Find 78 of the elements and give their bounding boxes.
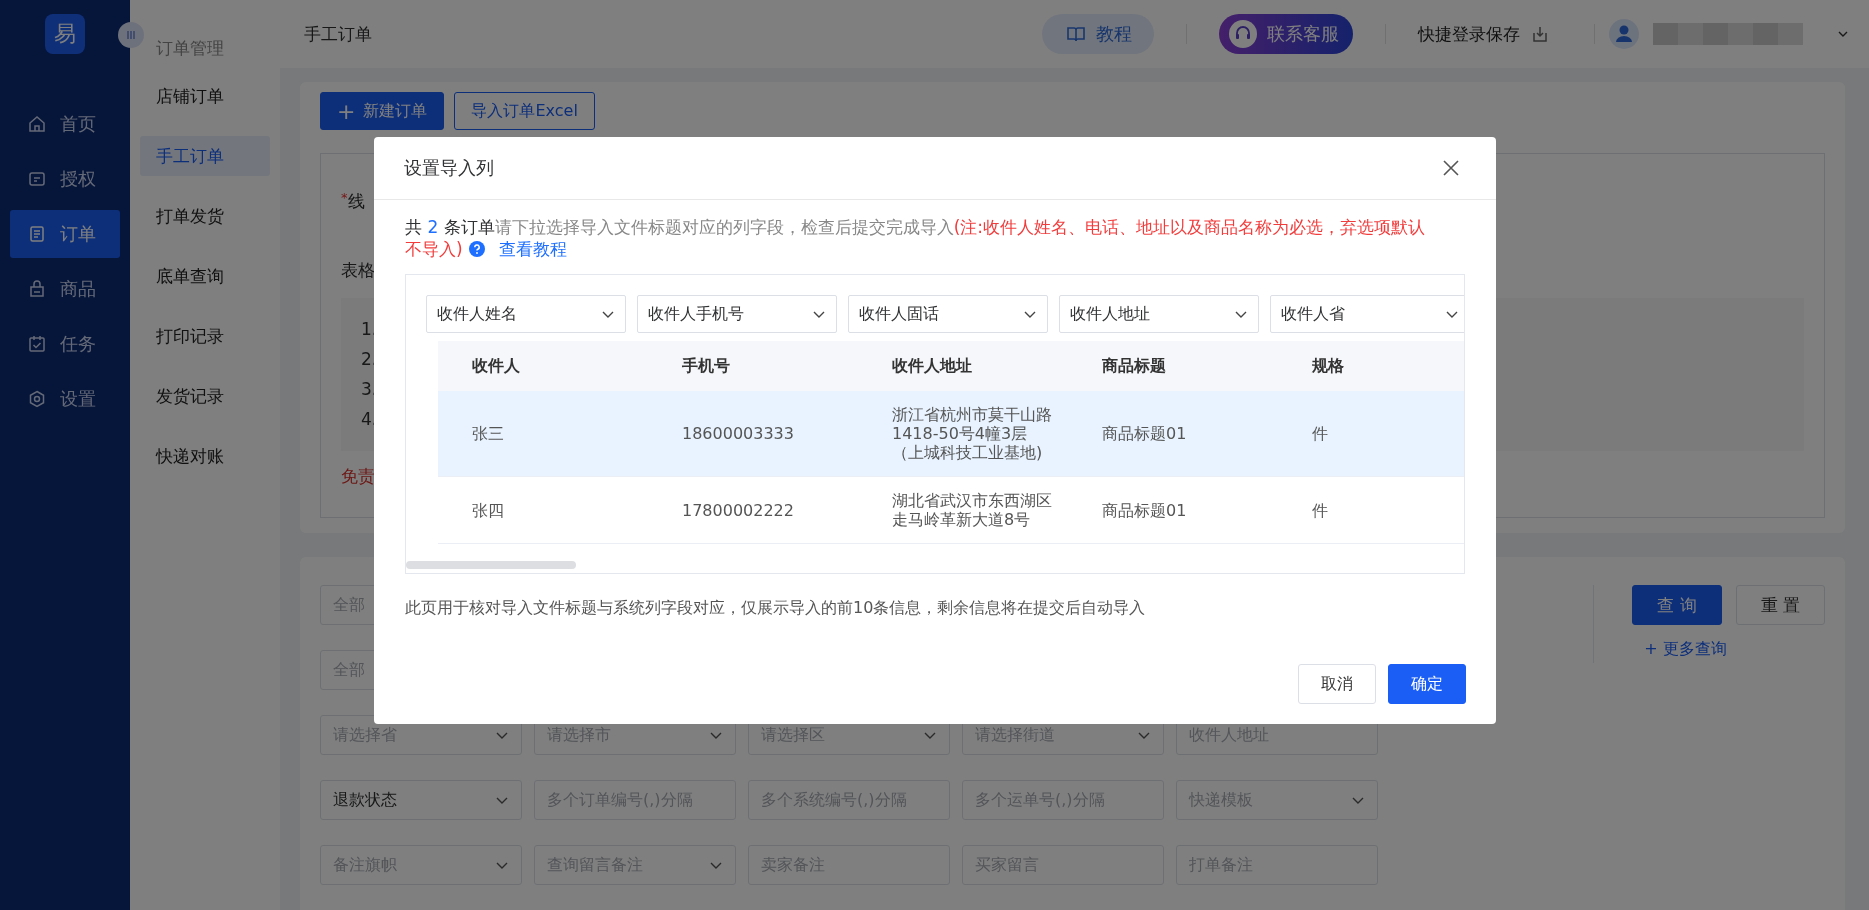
table-cell-text: 商品标题01 (1101, 500, 1188, 520)
app-logo: 易 (45, 14, 85, 54)
query-button[interactable]: 查 询 (1632, 585, 1722, 625)
tag-icon (28, 170, 46, 188)
confirm-button[interactable]: 确定 (1388, 664, 1466, 704)
column-select[interactable]: 收件人固话 (848, 295, 1048, 333)
dialog-title: 设置导入列 (404, 156, 494, 180)
subnav-item[interactable]: 快递对账 (140, 436, 270, 476)
order-count: 共 2 条订单 (405, 217, 495, 237)
sidebar-item[interactable]: 设置 (10, 375, 120, 423)
step-number: 4. (361, 410, 378, 429)
preview-note: 此页用于核对导入文件标题与系统列字段对应，仅展示导入的前10条信息，剩余信息将在提交后自动导入 (405, 598, 1147, 619)
toolbar-button[interactable]: 导入订单Excel (454, 92, 595, 130)
document-icon (28, 225, 46, 243)
hexagon-settings-icon (28, 390, 46, 408)
subnav-item[interactable]: 店铺订单 (140, 76, 270, 116)
quick-save-button[interactable]: 快捷登录保存 (1412, 21, 1556, 47)
sidebar-item[interactable]: 商品 (10, 265, 120, 313)
tutorial-button[interactable]: 教程 (1042, 14, 1154, 54)
table-cell-text: 18600003333 (681, 424, 795, 443)
subnav-item[interactable]: 底单查询 (140, 256, 270, 296)
table-cell-text: 张四 (471, 500, 505, 520)
subnav-item[interactable]: 手工订单 (140, 136, 270, 176)
step-number: 3. (361, 380, 378, 399)
required-mark: * (341, 190, 348, 207)
import-hint: 请下拉选择导入文件标题对应的列字段，检查后提交完成导入 (494, 217, 954, 237)
step-number: 2. (361, 350, 378, 369)
disclaimer-text: 免责 (341, 465, 375, 488)
page-title: 手工订单 (304, 22, 372, 46)
table-cell-text: 件 (1311, 500, 1329, 520)
column-select[interactable]: 收件人手机号 (637, 295, 837, 333)
table-cell-text: 17800002222 (681, 500, 795, 520)
headset-icon (1229, 20, 1257, 48)
subnav-item[interactable]: 打印记录 (140, 316, 270, 356)
sidebar-item[interactable]: 订单 (10, 210, 120, 258)
column-select[interactable]: 收件人省 (1270, 295, 1464, 333)
column-header: 收件人 (471, 355, 521, 377)
avatar-icon[interactable] (1609, 19, 1639, 49)
table-cell-text: 浙江省杭州市莫干山路1418-50号4幢3层（上城科技工业基地) (891, 405, 1053, 462)
column-header: 手机号 (681, 355, 731, 377)
subnav-item[interactable]: 发货记录 (140, 376, 270, 416)
close-icon[interactable] (1441, 158, 1461, 178)
more-query-link[interactable]: + 更多查询 (1632, 639, 1727, 660)
column-select[interactable]: 收件人地址 (1059, 295, 1259, 333)
section-title: 订单管理 (155, 37, 225, 60)
support-button[interactable]: 联系客服 (1219, 14, 1353, 54)
calendar-check-icon (28, 335, 46, 353)
home-icon (28, 115, 46, 133)
required-warning: 不导入) (405, 239, 463, 259)
column-header: 收件人地址 (891, 355, 973, 377)
cancel-button[interactable]: 取消 (1298, 664, 1376, 704)
table-cell-text: 湖北省武汉市东西湖区走马岭革新大道8号 (891, 491, 1053, 529)
help-icon[interactable] (468, 241, 485, 257)
table-row[interactable]: 张四 17800002222 湖北省武汉市东西湖区走马岭革新大道8号 商品标题01 件 (438, 477, 1464, 544)
reset-button[interactable]: 重 置 (1735, 585, 1825, 625)
collapse-icon (124, 28, 138, 42)
table-cell-text: 张三 (471, 424, 505, 443)
sidebar-item[interactable]: 首页 (10, 100, 120, 148)
table-cell-text: 商品标题01 (1101, 424, 1188, 443)
notice-title: 线 (347, 190, 365, 213)
table-row[interactable]: 张三 18600003333 浙江省杭州市莫干山路1418-50号4幢3层（上城科技工业基地) 商品标题01 件 (438, 391, 1464, 477)
sidebar-item[interactable]: 任务 (10, 320, 120, 368)
column-header: 商品标题 (1101, 355, 1167, 377)
sidebar-item[interactable]: 授权 (10, 155, 120, 203)
book-icon (1066, 24, 1086, 44)
column-header: 规格 (1311, 355, 1345, 377)
select-field[interactable]: 退款状态 (320, 780, 522, 820)
toolbar-button[interactable]: + 新建订单 (320, 92, 445, 130)
subnav-item[interactable]: 打单发货 (140, 196, 270, 236)
required-warning: (注:收件人姓名、电话、地址以及商品名称为必选，弃选项默认 (953, 217, 1425, 237)
collapse-toggle[interactable] (118, 22, 144, 48)
table-cell-text: 件 (1311, 424, 1329, 443)
table-label: 表格 (341, 259, 375, 282)
scrollbar-thumb[interactable] (406, 561, 576, 569)
bag-icon (28, 280, 46, 298)
tutorial-link[interactable]: 查看教程 (498, 239, 567, 259)
download-icon (1530, 24, 1550, 44)
column-select[interactable]: 收件人姓名 (426, 295, 626, 333)
